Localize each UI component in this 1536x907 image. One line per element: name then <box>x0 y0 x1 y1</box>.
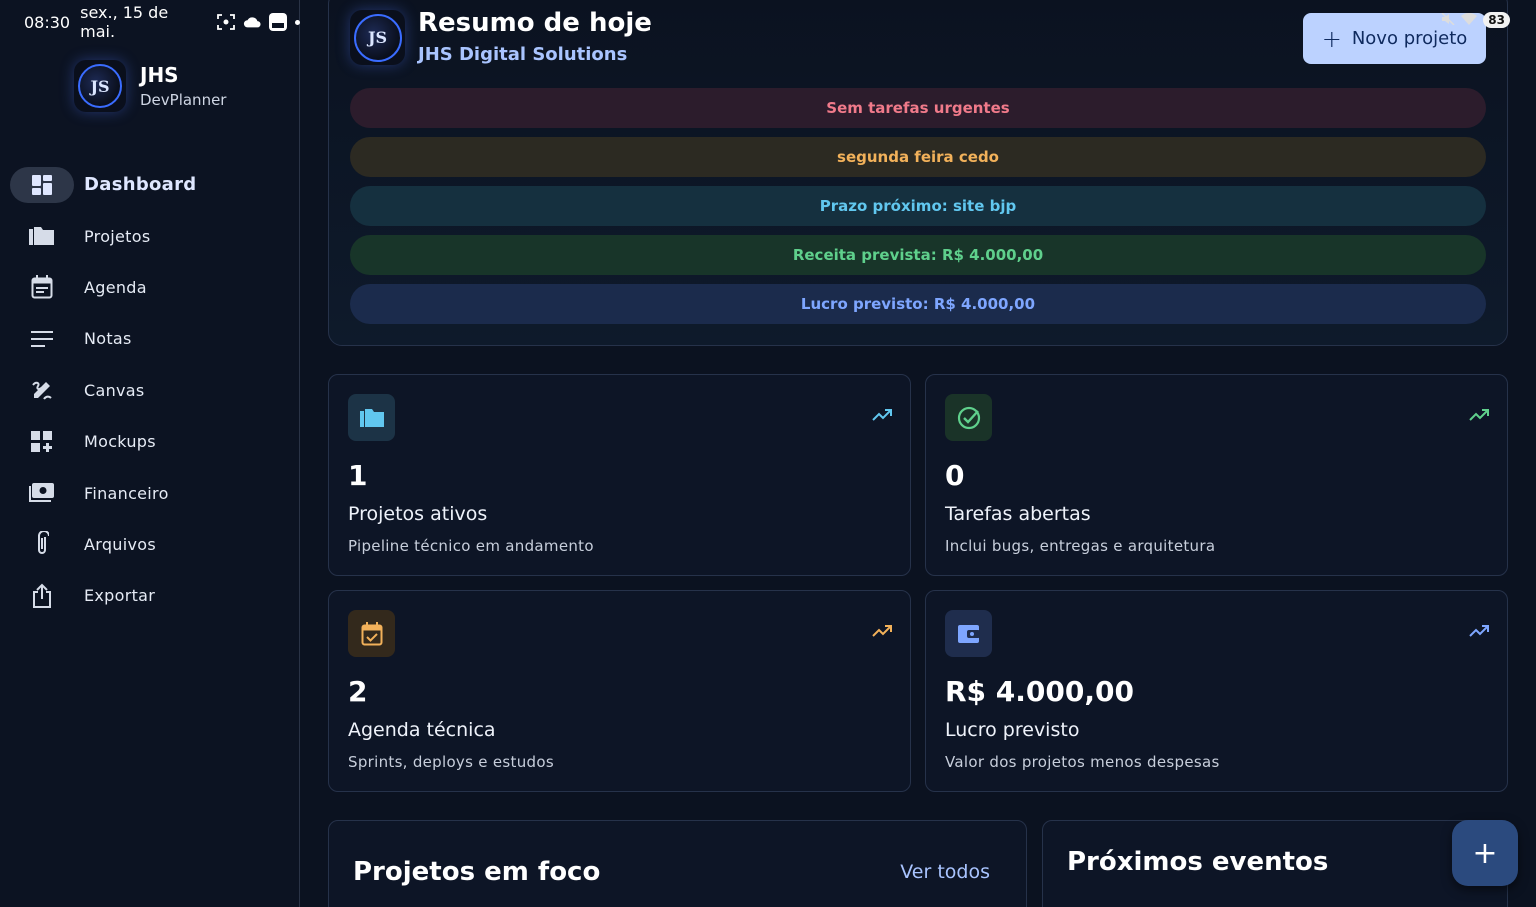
sidebar-item-label: Exportar <box>84 586 156 606</box>
sidebar-item-label: Notas <box>84 329 132 349</box>
cloud-icon <box>243 14 261 30</box>
alert-pill: segunda feira cedo <box>350 137 1486 177</box>
stat-value: R$ 4.000,00 <box>945 675 1134 708</box>
stat-card-lucro[interactable]: R$ 4.000,00 Lucro previsto Valor dos pro… <box>925 590 1508 792</box>
share-icon <box>10 578 74 614</box>
page-subtitle: JHS Digital Solutions <box>418 44 628 65</box>
widgets-icon <box>10 424 74 460</box>
brand-name: JHS <box>140 63 179 87</box>
brand: JS JHS DevPlanner <box>74 60 226 112</box>
sidebar-item-label: Mockups <box>84 432 156 452</box>
paperclip-icon <box>10 526 74 562</box>
sidebar-item-notas[interactable]: Notas <box>10 313 290 364</box>
wifi-icon <box>1461 12 1478 28</box>
sidebar-item-label: Dashboard <box>84 174 197 196</box>
plus-icon: + <box>1472 835 1498 871</box>
sidebar-item-financeiro[interactable]: Financeiro <box>10 467 290 518</box>
stat-title: Lucro previsto <box>945 719 1080 741</box>
stat-description: Inclui bugs, entregas e arquitetura <box>945 537 1216 555</box>
screenshot-icon <box>217 14 235 30</box>
stat-title: Agenda técnica <box>348 719 496 741</box>
sidebar-item-label: Agenda <box>84 277 147 297</box>
check-circle-icon <box>945 394 992 441</box>
sidebar-item-label: Canvas <box>84 380 145 400</box>
header-logo: JS <box>350 10 405 65</box>
stat-description: Sprints, deploys e estudos <box>348 753 554 771</box>
status-time: 08:30 <box>24 12 71 32</box>
sidebar-nav: Dashboard Projetos Agenda Notas Canvas M… <box>10 159 290 622</box>
stat-value: 1 <box>348 459 368 492</box>
plus-icon: + <box>1321 24 1342 53</box>
sidebar-item-label: Financeiro <box>84 483 169 503</box>
notes-icon <box>10 321 74 357</box>
alert-pill: Sem tarefas urgentes <box>350 88 1486 128</box>
notification-dot-icon <box>295 19 300 25</box>
gallery-icon <box>269 13 287 31</box>
battery-indicator: 83 <box>1483 12 1510 28</box>
panel-title: Próximos eventos <box>1067 847 1329 877</box>
trending-up-icon <box>872 409 892 421</box>
system-indicators: 83 <box>1441 11 1510 28</box>
app-logo: JS <box>74 60 126 112</box>
new-project-label: Novo projeto <box>1351 28 1468 49</box>
stat-value: 2 <box>348 675 368 708</box>
sidebar-item-arquivos[interactable]: Arquivos <box>10 519 290 570</box>
trending-up-icon <box>1469 625 1489 637</box>
stat-card-projetos[interactable]: 1 Projetos ativos Pipeline técnico em an… <box>328 374 911 576</box>
stat-description: Valor dos projetos menos despesas <box>945 753 1220 771</box>
folder-icon <box>10 218 74 254</box>
sidebar-item-agenda[interactable]: Agenda <box>10 262 290 313</box>
panel-title: Projetos em foco <box>353 857 601 887</box>
trending-up-icon <box>1469 409 1489 421</box>
brand-subtitle: DevPlanner <box>140 91 227 109</box>
calendar-check-icon <box>348 610 395 657</box>
stat-card-agenda[interactable]: 2 Agenda técnica Sprints, deploys e estu… <box>328 590 911 792</box>
wallet-icon <box>945 610 992 657</box>
upcoming-events-panel: Próximos eventos <box>1042 820 1508 907</box>
add-fab-button[interactable]: + <box>1452 820 1518 886</box>
status-bar: 08:30 sex., 15 de mai. <box>0 0 300 44</box>
page-title: Resumo de hoje <box>418 8 652 38</box>
sidebar: JS JHS DevPlanner Dashboard Projetos Age… <box>0 0 300 907</box>
focus-projects-panel: Projetos em foco Ver todos <box>328 820 1027 907</box>
sidebar-item-label: Arquivos <box>84 534 156 554</box>
draw-icon <box>10 372 74 408</box>
alert-pill: Lucro previsto: R$ 4.000,00 <box>350 284 1486 324</box>
stat-card-tarefas[interactable]: 0 Tarefas abertas Inclui bugs, entregas … <box>925 374 1508 576</box>
stat-description: Pipeline técnico em andamento <box>348 537 594 555</box>
mute-icon <box>1441 11 1455 28</box>
dashboard-icon <box>10 166 74 203</box>
sidebar-item-dashboard[interactable]: Dashboard <box>10 159 290 210</box>
sidebar-item-exportar[interactable]: Exportar <box>10 570 290 621</box>
alert-pill: Receita prevista: R$ 4.000,00 <box>350 235 1486 275</box>
stat-title: Projetos ativos <box>348 503 488 525</box>
money-icon <box>10 475 74 511</box>
stat-value: 0 <box>945 459 965 492</box>
alert-pill: Prazo próximo: site bjp <box>350 186 1486 226</box>
folder-icon <box>348 394 395 441</box>
stat-title: Tarefas abertas <box>945 503 1091 525</box>
calendar-icon <box>10 269 74 305</box>
sidebar-item-projetos[interactable]: Projetos <box>10 210 290 261</box>
sidebar-item-canvas[interactable]: Canvas <box>10 365 290 416</box>
sidebar-item-label: Projetos <box>84 226 151 246</box>
status-date: sex., 15 de mai. <box>80 3 169 41</box>
trending-up-icon <box>872 625 892 637</box>
sidebar-item-mockups[interactable]: Mockups <box>10 416 290 467</box>
see-all-link[interactable]: Ver todos <box>900 861 990 883</box>
